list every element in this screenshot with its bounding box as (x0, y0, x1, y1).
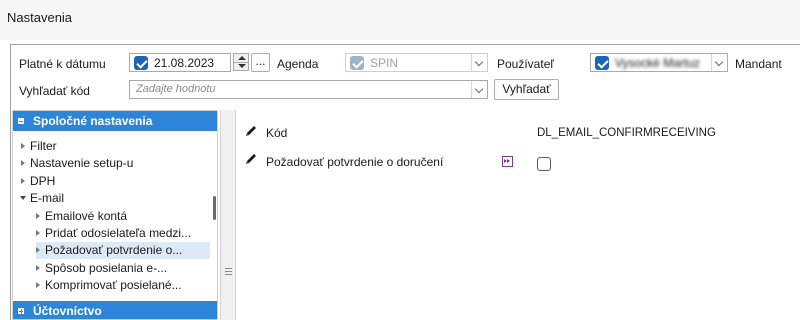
chevron-down-icon[interactable] (471, 81, 487, 98)
code-label: Kód (266, 126, 288, 140)
group-header-accounting[interactable]: Účtovníctvo (13, 301, 217, 319)
spin-down-icon[interactable] (238, 64, 246, 68)
search-field[interactable]: Zadajte hodnotu (129, 80, 488, 99)
setting-label: Požadovať potvrdenie o doručení (266, 155, 444, 169)
grip-icon[interactable] (225, 268, 232, 276)
window-title: Nastavenia (7, 10, 73, 25)
scrollbar-thumb[interactable] (213, 196, 216, 220)
fast-forward-icon[interactable] (502, 156, 513, 167)
tree-item-email[interactable]: E-mail (20, 190, 209, 207)
pencil-icon[interactable] (244, 152, 258, 166)
search-placeholder: Zadajte hodnotu (136, 83, 216, 95)
title-bar: Nastavenia (0, 0, 800, 40)
user-label: Používateľ (497, 57, 554, 71)
expand-icon[interactable] (21, 160, 25, 166)
tree-item-email-accounts[interactable]: Emailové kontá (36, 208, 209, 225)
collapse-icon[interactable] (17, 117, 25, 125)
user-value: Vysocké Martuz (615, 56, 700, 70)
tree-item-dph[interactable]: DPH (21, 173, 209, 190)
settings-tree: Spoločné nastavenia Filter Nastavenie se… (12, 110, 218, 320)
tree-item-send-method[interactable]: Spôsob posielania e-... (36, 260, 209, 277)
expand-icon[interactable] (36, 213, 40, 219)
tree-scrollbar[interactable] (212, 132, 217, 317)
date-field[interactable]: 21.08.2023 (129, 53, 231, 72)
panel-splitter[interactable] (220, 110, 236, 320)
chevron-down-icon[interactable] (471, 54, 487, 71)
expand-icon[interactable] (21, 143, 25, 149)
agenda-select[interactable]: SPIN (345, 53, 488, 72)
spin-up-icon[interactable] (238, 56, 246, 60)
expand-icon[interactable] (36, 247, 40, 253)
tree-item-filter[interactable]: Filter (21, 138, 209, 155)
tree-item-confirm-receiving[interactable]: Požadovať potvrdenie o... (36, 242, 210, 259)
setting-checkbox[interactable] (537, 157, 551, 171)
tree-item-setup[interactable]: Nastavenie setup-u (21, 155, 209, 172)
user-select[interactable]: Vysocké Martuz (590, 53, 728, 72)
tree-item-add-sender[interactable]: Pridať odosielateľa medzi... (36, 225, 209, 242)
date-picker-button[interactable]: ... (251, 53, 270, 72)
agenda-value: SPIN (370, 56, 399, 70)
agenda-label: Agenda (277, 57, 319, 71)
agenda-checkbox[interactable] (350, 56, 364, 70)
code-value: DL_EMAIL_CONFIRMRECEIVING (537, 127, 716, 139)
mandant-label: Mandant (735, 57, 782, 71)
expand-icon[interactable] (36, 265, 40, 271)
expand-icon[interactable] (17, 307, 25, 315)
search-label: Vyhľadať kód (19, 84, 90, 98)
expand-icon[interactable] (36, 230, 40, 236)
date-spinner[interactable] (233, 53, 249, 71)
group-header-common[interactable]: Spoločné nastavenia (13, 111, 217, 131)
date-value: 21.08.2023 (154, 56, 215, 70)
user-checkbox[interactable] (595, 56, 609, 70)
collapse-icon[interactable] (20, 196, 26, 200)
expand-icon[interactable] (36, 282, 40, 288)
tree-item-compress[interactable]: Komprimovať posielané... (36, 277, 209, 294)
expand-icon[interactable] (21, 178, 25, 184)
date-label: Platné k dátumu (19, 57, 106, 71)
pencil-icon[interactable] (244, 124, 258, 138)
chevron-down-icon[interactable] (711, 54, 727, 71)
date-enabled-checkbox[interactable] (134, 56, 148, 70)
search-button[interactable]: Vyhľadať (494, 79, 559, 100)
